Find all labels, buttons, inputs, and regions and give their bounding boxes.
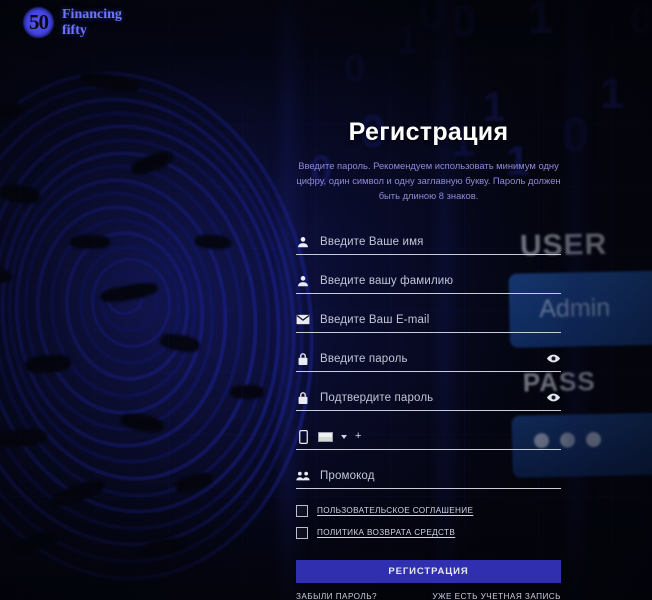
link-user-agreement[interactable]: ПОЛЬЗОВАТЕЛЬСКОЕ СОГЛАШЕНИЕ bbox=[317, 506, 473, 515]
promo-code-input[interactable]: Промокод bbox=[320, 470, 561, 482]
country-flag-icon[interactable] bbox=[318, 431, 333, 442]
brand-name-line2: fifty bbox=[62, 22, 87, 38]
person-icon bbox=[296, 274, 310, 288]
logo-mark-icon: 50 bbox=[22, 6, 55, 39]
form-bottom-links: ЗАБЫЛИ ПАРОЛЬ? УЖЕ ЕСТЬ УЧЕТНАЯ ЗАПИСЬ bbox=[296, 592, 561, 600]
page-title: Регистрация bbox=[348, 118, 509, 146]
register-button[interactable]: РЕГИСТРАЦИЯ bbox=[296, 559, 561, 583]
have-account-link[interactable]: УЖЕ ЕСТЬ УЧЕТНАЯ ЗАПИСЬ bbox=[432, 592, 561, 600]
chevron-down-icon[interactable] bbox=[341, 434, 347, 439]
brand-logo[interactable]: 50 Financing fifty bbox=[22, 6, 122, 39]
lock-icon bbox=[296, 391, 310, 405]
brand-name: Financing fifty bbox=[62, 7, 122, 37]
first-name-input[interactable]: Введите Ваше имя bbox=[320, 236, 561, 248]
agreement-row-refund-policy[interactable]: ПОЛИТИКА ВОЗВРАТА СРЕДСТВ bbox=[296, 526, 561, 539]
field-confirm-password[interactable]: Подтвердите пароль bbox=[296, 386, 561, 411]
field-first-name[interactable]: Введите Ваше имя bbox=[296, 230, 561, 255]
registration-page: 0011100101010 USER Admin PASS 50 Financi… bbox=[0, 0, 652, 600]
last-name-input[interactable]: Введите вашу фамилию bbox=[320, 275, 561, 287]
password-input[interactable]: Введите пароль bbox=[320, 353, 536, 365]
brand-name-line1: Financing bbox=[62, 7, 122, 23]
field-phone[interactable]: + bbox=[296, 425, 561, 450]
field-password[interactable]: Введите пароль bbox=[296, 347, 561, 372]
envelope-icon bbox=[296, 313, 310, 327]
lock-icon bbox=[296, 352, 310, 366]
checkbox-refund-policy[interactable] bbox=[296, 526, 308, 539]
toggle-password-visibility-icon[interactable] bbox=[546, 352, 561, 365]
form-subtitle: Введите пароль. Рекомендуем использовать… bbox=[296, 160, 561, 202]
email-input[interactable]: Введите Ваш E-mail bbox=[320, 314, 561, 326]
agreement-row-user-agreement[interactable]: ПОЛЬЗОВАТЕЛЬСКОЕ СОГЛАШЕНИЕ bbox=[296, 504, 561, 517]
group-people-icon bbox=[296, 469, 310, 483]
field-email[interactable]: Введите Ваш E-mail bbox=[296, 308, 561, 333]
registration-form: Регистрация Введите пароль. Рекомендуем … bbox=[296, 118, 561, 600]
field-promo-code[interactable]: Промокод bbox=[296, 464, 561, 489]
checkbox-user-agreement[interactable] bbox=[296, 504, 308, 517]
link-refund-policy[interactable]: ПОЛИТИКА ВОЗВРАТА СРЕДСТВ bbox=[317, 528, 455, 537]
logo-number: 50 bbox=[29, 10, 49, 34]
confirm-password-input[interactable]: Подтвердите пароль bbox=[320, 392, 536, 404]
field-last-name[interactable]: Введите вашу фамилию bbox=[296, 269, 561, 294]
mobile-phone-icon bbox=[296, 429, 310, 444]
toggle-confirm-password-visibility-icon[interactable] bbox=[546, 391, 561, 404]
phone-country-prefix: + bbox=[355, 430, 362, 443]
person-icon bbox=[296, 235, 310, 249]
forgot-password-link[interactable]: ЗАБЫЛИ ПАРОЛЬ? bbox=[296, 592, 377, 600]
